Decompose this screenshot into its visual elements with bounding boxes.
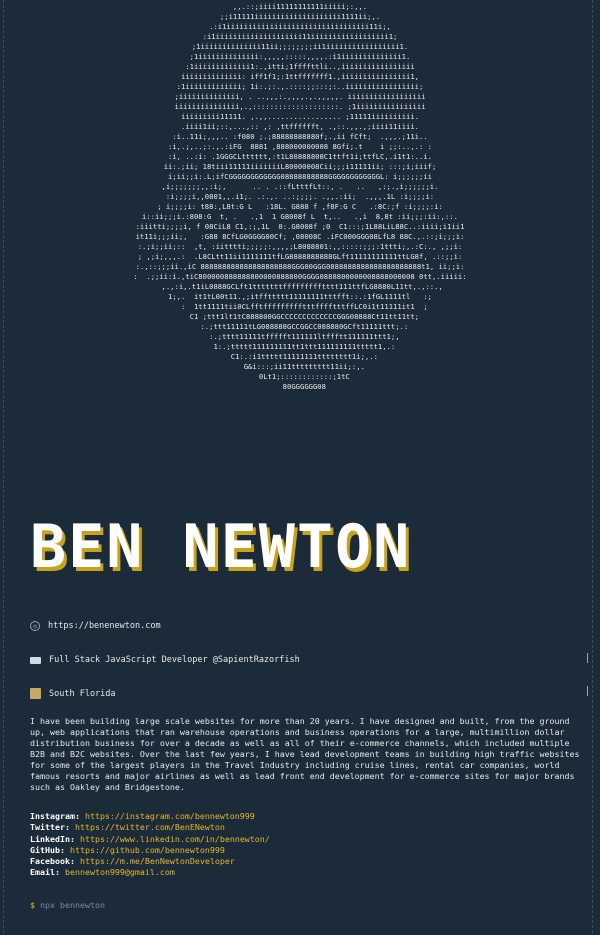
location-row: South Florida	[30, 688, 116, 699]
social-link-github[interactable]: https://github.com/bennewton999	[70, 845, 225, 855]
bio-paragraph: I have been building large scale website…	[30, 716, 580, 792]
social-row-twitter: Twitter: https://twitter.com/BenENewton	[30, 822, 270, 833]
ascii-portrait: ,,.::;iiii11111111111iiiii;:,,. ;;i11111…	[133, 2, 467, 391]
name-banner-text: BEN NEWTON	[30, 512, 412, 582]
website-row: ◎ https://benenewton.com	[30, 621, 161, 631]
social-label: Twitter:	[30, 822, 70, 833]
social-link-twitter[interactable]: https://twitter.com/BenENewton	[75, 822, 225, 832]
social-link-email[interactable]: bennewton999@gmail.com	[65, 867, 175, 877]
border-tick	[587, 686, 588, 696]
social-link-linkedin[interactable]: https://www.linkedin.com/in/bennewton/	[80, 834, 270, 844]
social-label: Instagram:	[30, 811, 80, 821]
cityscape-icon	[30, 688, 41, 699]
name-banner: BEN NEWTON BEN NEWTON	[30, 512, 590, 586]
globe-icon: ◎	[30, 621, 40, 631]
prompt-symbol: $	[30, 900, 35, 910]
social-row-facebook: Facebook: https://m.me/BenNewtonDevelope…	[30, 856, 270, 867]
title-row: Full Stack JavaScript Developer @Sapient…	[30, 655, 300, 665]
social-label: Email:	[30, 867, 60, 878]
social-label: Facebook:	[30, 856, 75, 867]
ascii-portrait-container: ,,.::;iiii11111111111iiiii;:,,. ;;i11111…	[0, 2, 600, 442]
social-link-instagram[interactable]: https://instagram.com/bennewton999	[85, 811, 255, 821]
social-link-facebook[interactable]: https://m.me/BenNewtonDeveloper	[80, 856, 235, 866]
laptop-icon	[30, 656, 41, 664]
website-link[interactable]: https://benenewton.com	[48, 621, 161, 631]
social-row-github: GitHub: https://github.com/bennewton999	[30, 845, 270, 856]
border-tick	[587, 653, 588, 663]
social-row-linkedin: LinkedIn: https://www.linkedin.com/in/be…	[30, 834, 270, 845]
social-row-instagram: Instagram: https://instagram.com/bennewt…	[30, 811, 270, 822]
social-label: LinkedIn:	[30, 833, 75, 844]
job-title: Full Stack JavaScript Developer @Sapient…	[49, 655, 300, 665]
social-row-email: Email: bennewton999@gmail.com	[30, 867, 270, 878]
prompt-command: npx bennewton	[40, 900, 105, 910]
social-links: Instagram: https://instagram.com/bennewt…	[30, 811, 270, 879]
social-label: GitHub:	[30, 844, 65, 855]
location-text: South Florida	[49, 688, 116, 699]
terminal-prompt[interactable]: $ npx bennewton	[30, 900, 105, 910]
